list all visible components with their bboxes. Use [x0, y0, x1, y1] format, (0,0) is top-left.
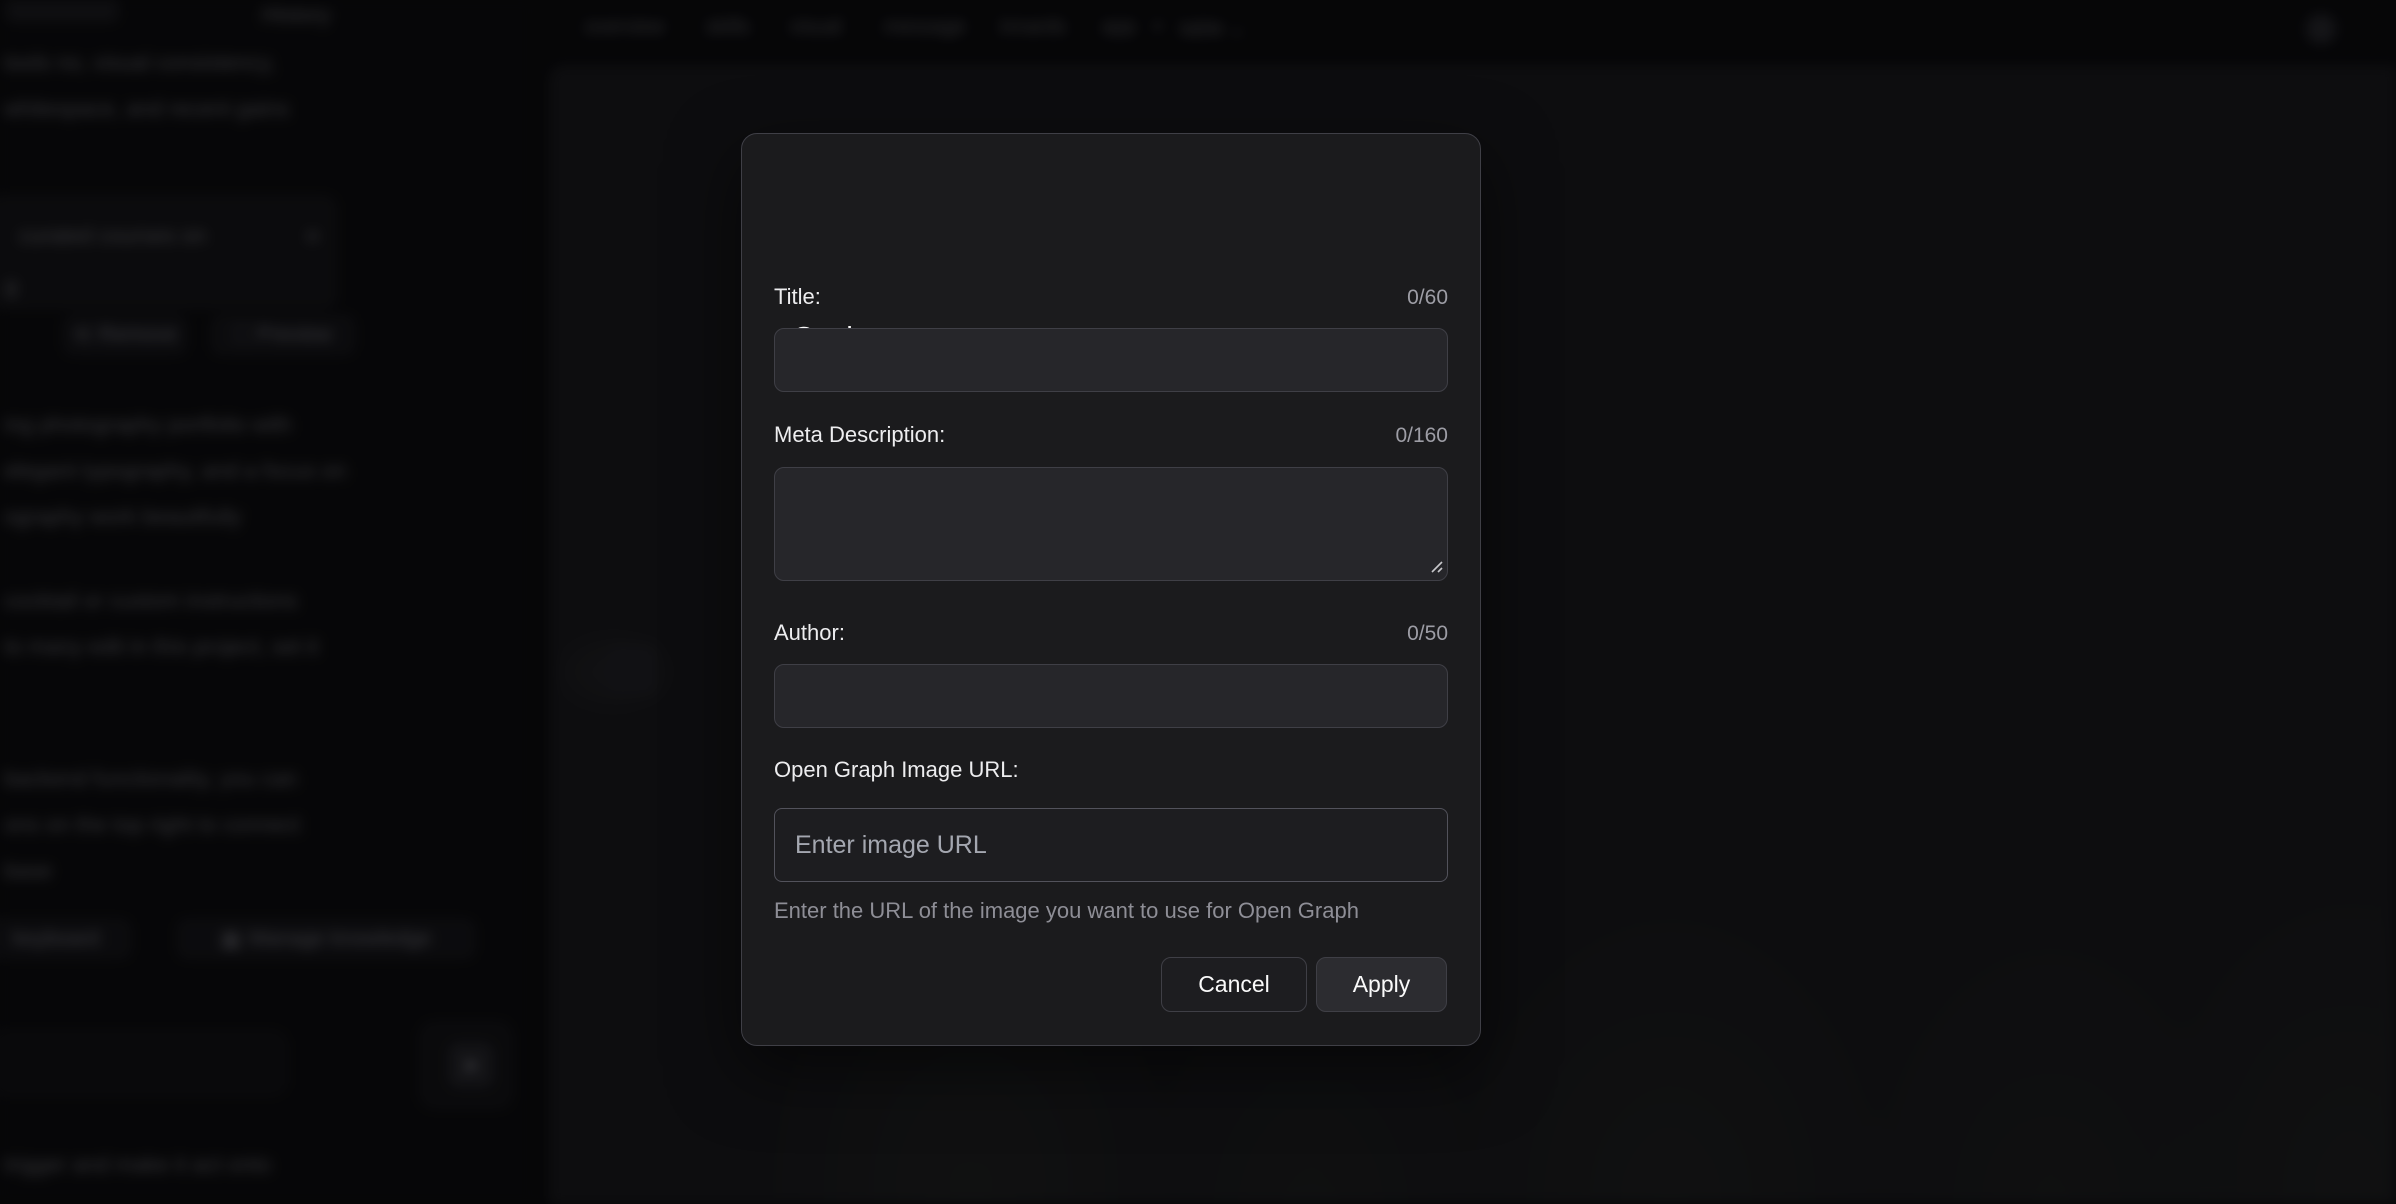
og-image-label-row: Open Graph Image URL: [774, 757, 1448, 783]
og-image-url-label: Open Graph Image URL: [774, 757, 1019, 783]
settings-dialog: Settings Title: 0/60 Meta Description: 0… [741, 133, 1481, 1046]
resize-handle-icon[interactable] [1426, 556, 1444, 574]
author-counter: 0/50 [1407, 622, 1448, 646]
meta-description-textarea[interactable] [774, 467, 1448, 581]
title-counter: 0/60 [1407, 286, 1448, 310]
og-image-url-input[interactable] [774, 808, 1448, 882]
meta-description-label-row: Meta Description: 0/160 [774, 422, 1448, 448]
author-label-row: Author: 0/50 [774, 620, 1448, 646]
title-label-row: Title: 0/60 [774, 284, 1448, 310]
author-input[interactable] [774, 664, 1448, 728]
title-input[interactable] [774, 328, 1448, 392]
meta-description-label: Meta Description: [774, 422, 945, 448]
apply-button[interactable]: Apply [1316, 957, 1447, 1012]
og-image-helper-text: Enter the URL of the image you want to u… [774, 898, 1359, 924]
meta-description-counter: 0/160 [1395, 424, 1448, 448]
dialog-button-row: Cancel Apply [1161, 957, 1447, 1012]
author-label: Author: [774, 620, 845, 646]
cancel-button[interactable]: Cancel [1161, 957, 1307, 1012]
title-label: Title: [774, 284, 821, 310]
